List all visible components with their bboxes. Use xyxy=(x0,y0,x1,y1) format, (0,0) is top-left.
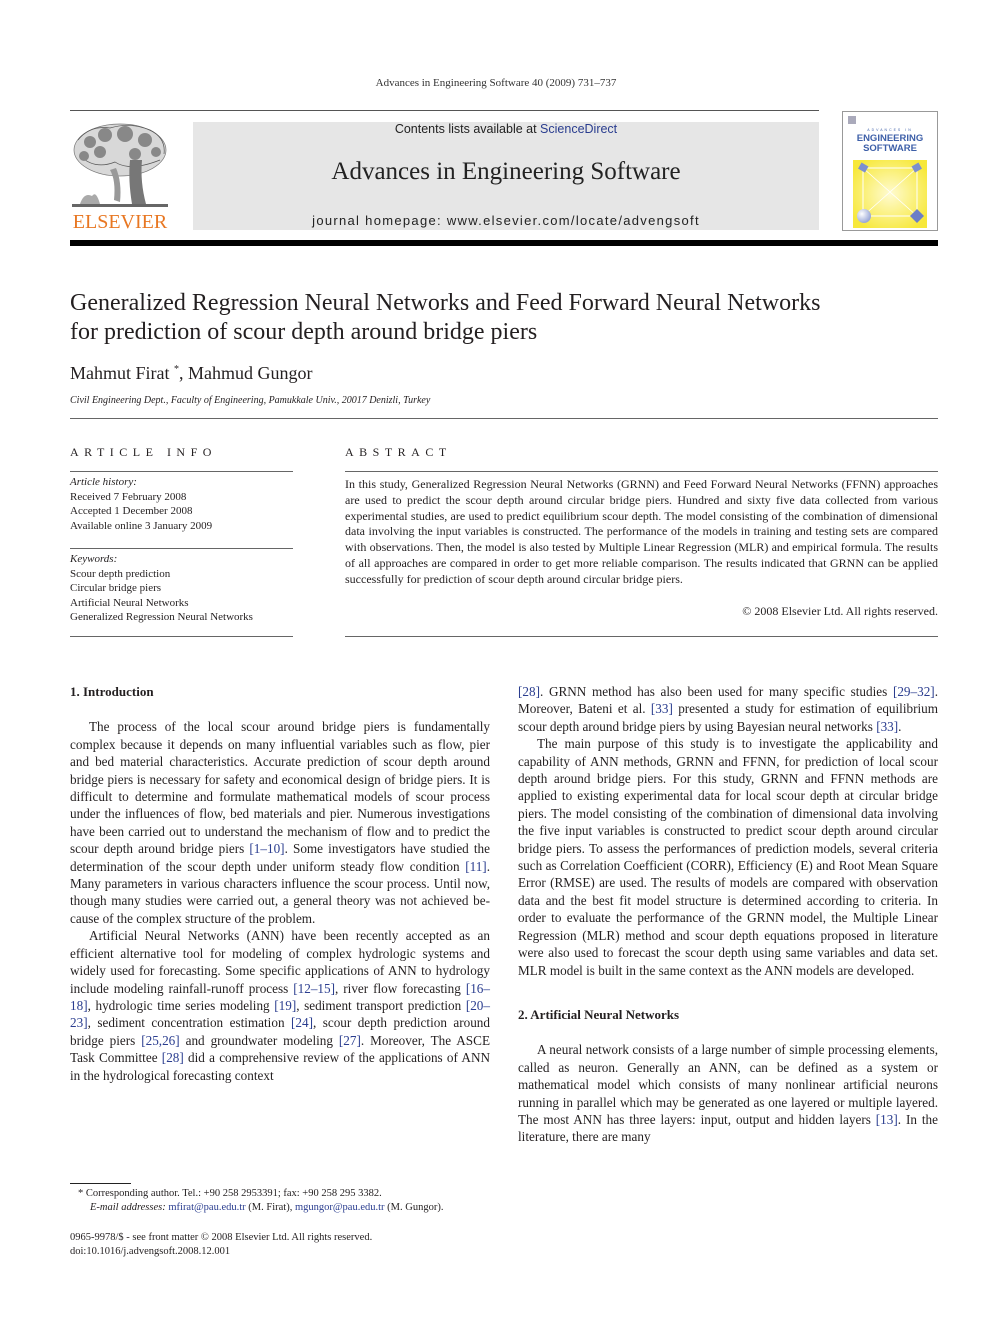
abstract-rule-top xyxy=(345,471,938,472)
journal-cover-thumbnail[interactable]: ADVANCES IN ENGINEERING SOFTWARE xyxy=(842,111,938,231)
text-run: and groundwater modeling xyxy=(179,1032,339,1048)
citation-link[interactable]: [28] xyxy=(162,1050,184,1065)
article-info-heading: ARTICLE INFO xyxy=(70,445,217,459)
citation-link[interactable]: [1–10] xyxy=(249,841,284,856)
author-list: Mahmut Firat *, Mahmud Gungor xyxy=(70,363,313,384)
footnote: * Corresponding author. Tel.: +90 258 29… xyxy=(70,1187,500,1215)
text-run: The main purpose of this study is to inv… xyxy=(518,736,938,978)
header-rule xyxy=(70,110,819,111)
email-owner-gungor: (M. Gungor). xyxy=(384,1202,444,1213)
masthead-thick-rule xyxy=(70,240,938,246)
citation-link[interactable]: [12–15] xyxy=(293,981,335,996)
paragraph: The main purpose of this study is to inv… xyxy=(518,735,938,979)
article-title: Generalized Regression Neural Networks a… xyxy=(70,289,938,347)
doi-line[interactable]: doi:10.1016/j.advengsoft.2008.12.001 xyxy=(70,1245,372,1259)
elsevier-mini-logo-icon xyxy=(848,116,856,124)
citation-link[interactable]: [19] xyxy=(274,998,296,1013)
citation-link[interactable]: [29–32] xyxy=(893,684,935,699)
sciencedirect-link[interactable]: ScienceDirect xyxy=(540,122,617,136)
contents-prefix: Contents lists available at xyxy=(394,122,541,136)
keyword-item: Circular bridge piers xyxy=(70,582,162,594)
title-line-1: Generalized Regression Neural Networks a… xyxy=(70,290,821,316)
contents-line: Contents lists available at ScienceDirec… xyxy=(193,122,819,136)
citation-link[interactable]: [33] xyxy=(876,719,898,734)
email-link-firat[interactable]: mfirat@pau.edu.tr xyxy=(168,1202,245,1213)
citation-link[interactable]: [13] xyxy=(876,1112,898,1127)
elsevier-logo[interactable]: ELSEVIER xyxy=(70,120,170,233)
author-gungor[interactable]: Mahmud Gungor xyxy=(188,363,313,383)
cover-small-line: ADVANCES IN xyxy=(867,128,913,132)
author-separator: , xyxy=(179,363,188,383)
section-heading-ann: 2. Artificial Neural Networks xyxy=(518,1006,680,1022)
abstract-heading: ABSTRACT xyxy=(345,445,452,459)
footnote-corresponding: Corresponding author. Tel.: +90 258 2953… xyxy=(85,1188,382,1199)
body-column-right: [28]. GRNN method has also been used for… xyxy=(518,683,938,1146)
paragraph: Artificial Neural Networks (ANN) have be… xyxy=(70,927,490,1084)
title-line-2: for prediction of scour depth around bri… xyxy=(70,319,538,345)
citation-link[interactable]: [24] xyxy=(291,1015,313,1030)
text-run: . GRNN method has also been used for man… xyxy=(539,684,893,699)
text-run: , river flow forecasting xyxy=(335,980,466,996)
cover-title: ENGINEERING SOFTWARE xyxy=(843,134,937,154)
abstract-text: In this study, Generalized Regression Ne… xyxy=(345,477,938,586)
article-info-rule-2 xyxy=(70,548,293,549)
history-accepted: Accepted 1 December 2008 xyxy=(70,505,193,517)
section-heading-introduction: 1. Introduction xyxy=(70,684,154,699)
keywords-label: Keywords: xyxy=(70,553,118,565)
text-run: , sediment concentration estimation xyxy=(87,1015,291,1031)
running-head: Advances in Engineering Software 40 (200… xyxy=(375,77,617,89)
footnote-rule xyxy=(70,1183,131,1184)
citation-link[interactable]: [28] xyxy=(518,684,540,699)
article-info-rule-1 xyxy=(70,471,293,472)
citation-link[interactable]: [25,26] xyxy=(141,1033,179,1048)
text-run: , sediment transport prediction xyxy=(296,997,466,1013)
article-history: Article history: Received 7 February 200… xyxy=(70,475,300,533)
text-run: . xyxy=(898,718,902,734)
email-owner-firat: (M. Firat), xyxy=(245,1202,295,1213)
affiliation: Civil Engineering Dept., Faculty of Engi… xyxy=(70,395,431,406)
article-history-label: Article history: xyxy=(70,476,137,488)
journal-banner: Contents lists available at ScienceDirec… xyxy=(193,122,819,230)
keyword-item: Generalized Regression Neural Networks xyxy=(70,611,253,623)
cover-geometric-art-icon xyxy=(853,160,927,228)
footnote-mark: * xyxy=(78,1188,84,1199)
email-link-gungor[interactable]: mgungor@pau.edu.tr xyxy=(295,1202,385,1213)
email-label: E-mail addresses: xyxy=(90,1202,166,1213)
body-column-left: 1. Introduction The process of the local… xyxy=(70,683,490,1084)
cover-title-line2: SOFTWARE xyxy=(863,143,917,154)
journal-name: Advances in Engineering Software xyxy=(331,158,681,185)
elsevier-tree-icon xyxy=(72,123,168,207)
affiliation-rule xyxy=(70,418,938,419)
paragraph-continued: [28]. GRNN method has also been used for… xyxy=(518,683,938,735)
issn-doi-block: 0965-9978/$ - see front matter © 2008 El… xyxy=(70,1231,372,1259)
journal-homepage-link[interactable]: journal homepage: www.elsevier.com/locat… xyxy=(193,213,819,228)
citation-link[interactable]: [27] xyxy=(339,1033,361,1048)
keyword-item: Artificial Neural Networks xyxy=(70,596,189,609)
keyword-item: Scour depth prediction xyxy=(70,567,171,580)
citation-link[interactable]: [33] xyxy=(651,701,673,716)
history-received: Received 7 February 2008 xyxy=(70,490,187,503)
history-online: Available online 3 January 2009 xyxy=(70,519,213,532)
paragraph: A neural network consists of a large num… xyxy=(518,1041,938,1145)
issn-line: 0965-9978/$ - see front matter © 2008 El… xyxy=(70,1232,373,1243)
citation-link[interactable]: [11] xyxy=(465,859,486,874)
abstract-rule-bottom xyxy=(345,636,938,637)
abstract-copyright: © 2008 Elsevier Ltd. All rights reserved… xyxy=(742,604,938,618)
text-run: , hydrologic time series modeling xyxy=(87,997,275,1013)
article-info-rule-3 xyxy=(70,636,293,637)
paragraph: The process of the local scour around br… xyxy=(70,718,490,927)
elsevier-wordmark: ELSEVIER xyxy=(72,211,168,233)
keywords: Keywords: Scour depth prediction Circula… xyxy=(70,552,300,625)
author-firat[interactable]: Mahmut Firat xyxy=(70,363,170,383)
text-run: The process of the local scour around br… xyxy=(70,719,490,857)
